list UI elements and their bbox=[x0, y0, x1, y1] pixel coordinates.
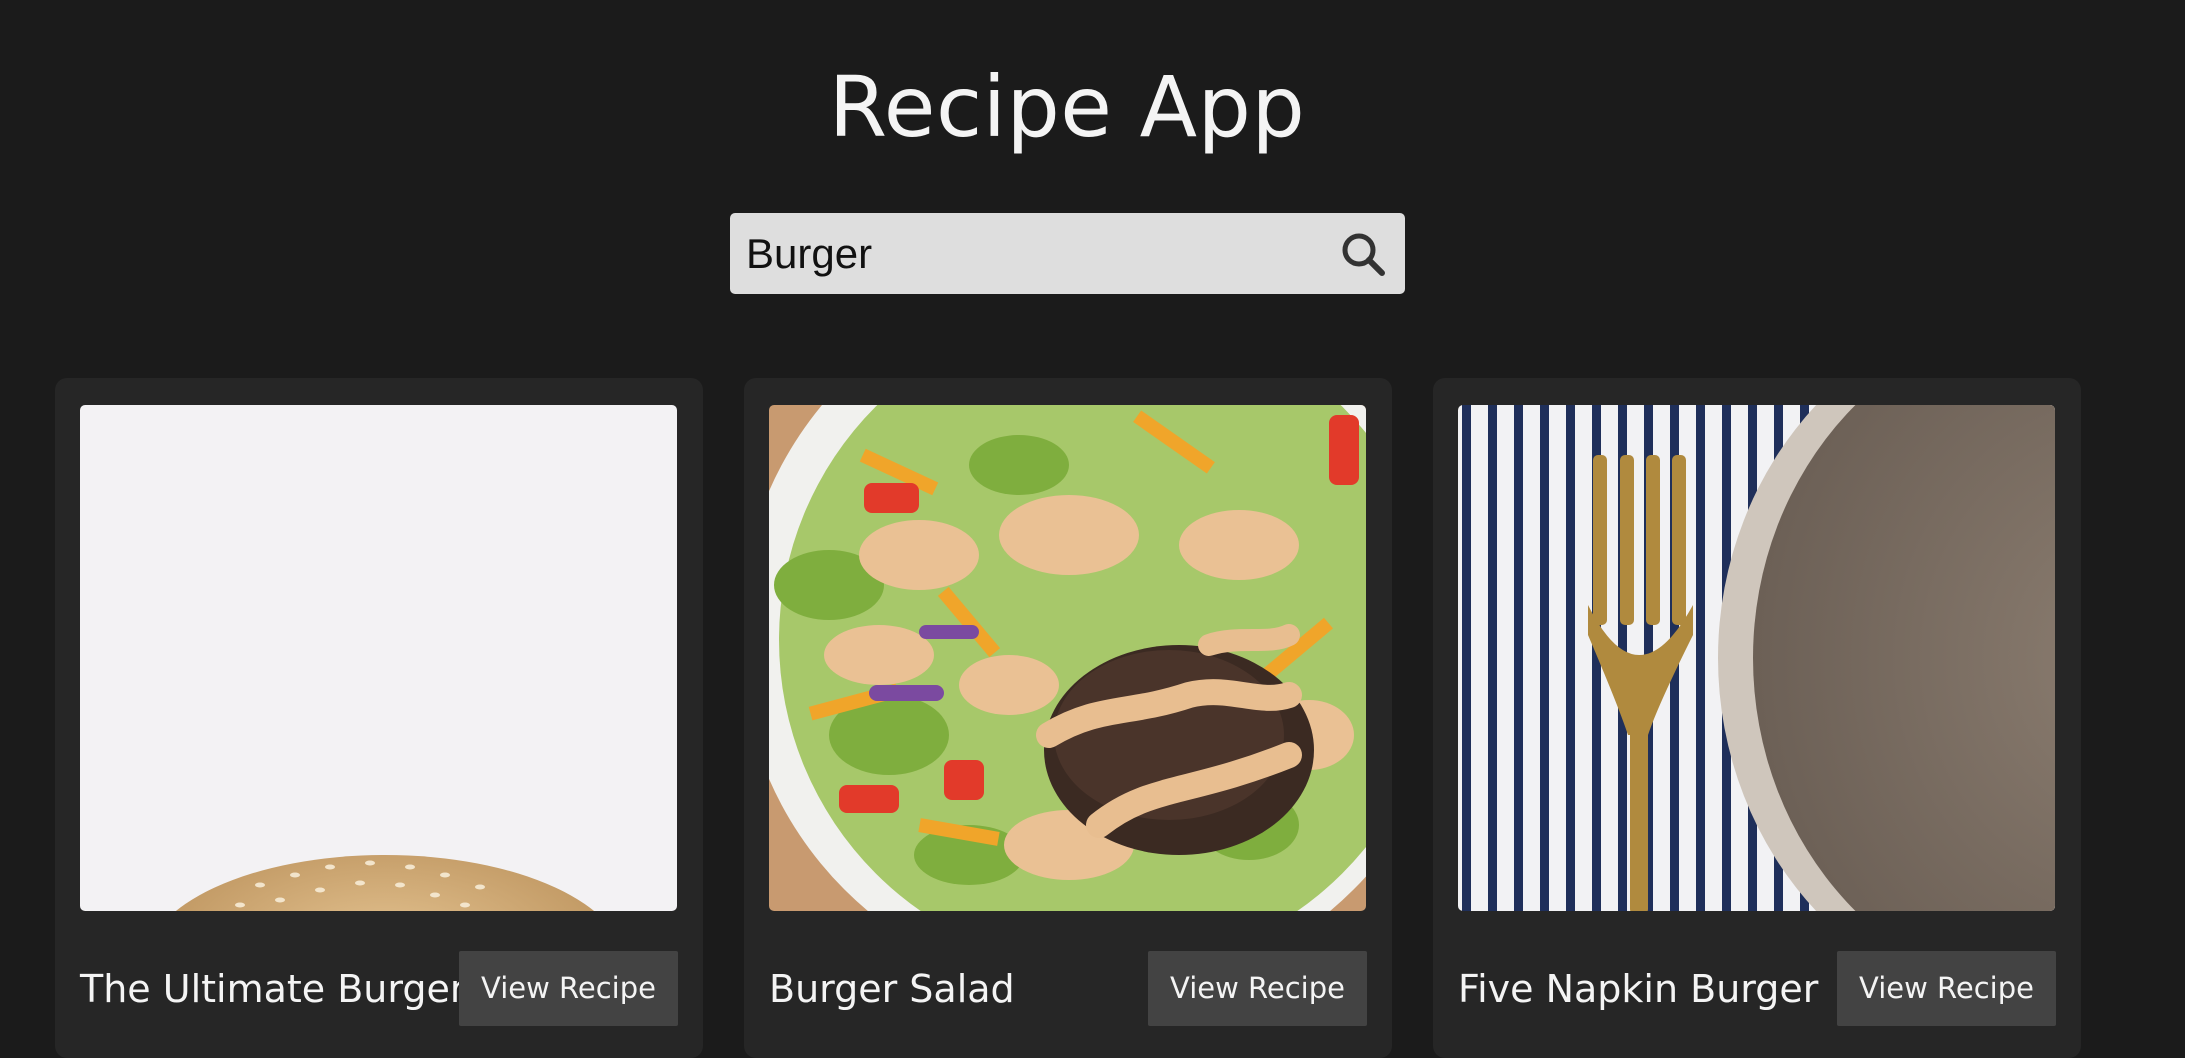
search-bar bbox=[730, 213, 1405, 294]
recipe-card: Five Napkin Burger View Recipe bbox=[1433, 378, 2081, 1058]
view-recipe-button[interactable]: View Recipe bbox=[1148, 951, 1367, 1026]
recipe-title: Five Napkin Burger bbox=[1458, 967, 1819, 1011]
recipe-image-five-napkin-burger[interactable] bbox=[1458, 405, 2055, 911]
search-button[interactable] bbox=[1337, 228, 1389, 280]
search-input[interactable] bbox=[746, 213, 1306, 294]
view-recipe-button[interactable]: View Recipe bbox=[459, 951, 678, 1026]
recipe-title: Burger Salad bbox=[769, 967, 1015, 1011]
recipe-image-burger-salad[interactable] bbox=[769, 405, 1366, 911]
view-recipe-button[interactable]: View Recipe bbox=[1837, 951, 2056, 1026]
recipe-card: Burger Salad View Recipe bbox=[744, 378, 1392, 1058]
search-icon bbox=[1342, 233, 1385, 276]
recipe-card: The Ultimate Burger View Recipe bbox=[55, 378, 703, 1058]
recipe-image-ultimate-burger[interactable] bbox=[80, 405, 677, 911]
app-title: Recipe App bbox=[828, 58, 1306, 156]
recipe-title: The Ultimate Burger bbox=[80, 967, 466, 1011]
